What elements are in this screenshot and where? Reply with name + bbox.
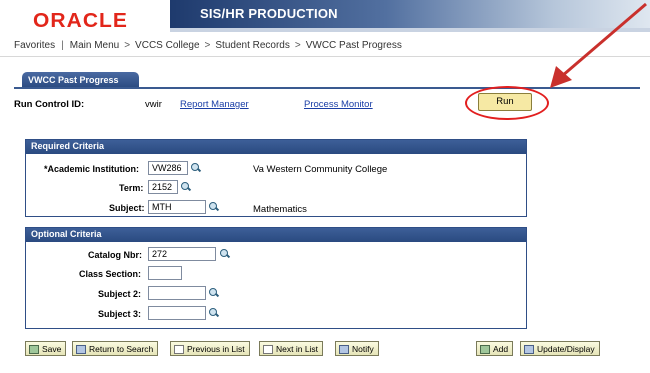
required-criteria-title: Required Criteria [26, 140, 526, 154]
lookup-icon[interactable] [208, 201, 220, 213]
class-section-label: Class Section: [79, 269, 142, 279]
update-display-label: Update/Display [537, 344, 595, 354]
lookup-icon[interactable] [208, 287, 220, 299]
previous-in-list-label: Previous in List [187, 344, 245, 354]
catalog-nbr-label: Catalog Nbr: [88, 250, 142, 260]
notify-button[interactable]: Notify [335, 341, 379, 356]
catalog-nbr-input[interactable] [148, 247, 216, 261]
lookup-icon[interactable] [208, 307, 220, 319]
chevron-right-icon: > [124, 40, 131, 51]
return-to-search-label: Return to Search [89, 344, 154, 354]
term-label: Term: [119, 183, 144, 193]
lookup-icon[interactable] [190, 162, 202, 174]
optional-criteria-title: Optional Criteria [26, 228, 526, 242]
subject-description: Mathematics [253, 204, 307, 215]
academic-institution-input[interactable] [148, 161, 188, 175]
term-input[interactable] [148, 180, 178, 194]
previous-in-list-button[interactable]: Previous in List [170, 341, 250, 356]
add-button[interactable]: Add [476, 341, 514, 356]
subject-3-label: Subject 3: [98, 309, 142, 319]
save-label: Save [42, 344, 62, 354]
breadcrumb-current[interactable]: VWCC Past Progress [306, 40, 402, 51]
class-section-input[interactable] [148, 266, 182, 280]
subject-input[interactable] [148, 200, 206, 214]
add-icon [480, 344, 490, 354]
environment-title: SIS/HR PRODUCTION [200, 6, 338, 21]
breadcrumb-vccs-college[interactable]: VCCS College [135, 40, 199, 51]
chevron-right-icon: > [204, 40, 211, 51]
breadcrumb-student-records[interactable]: Student Records [215, 40, 290, 51]
previous-arrow-icon [174, 344, 184, 354]
save-button[interactable]: Save [25, 341, 67, 356]
oracle-logo: ORACLE [33, 10, 128, 32]
subject-2-input[interactable] [148, 286, 206, 300]
update-icon [524, 344, 534, 354]
run-control-value: vwir [145, 99, 162, 110]
institution-description: Va Western Community College [253, 164, 388, 175]
search-icon [76, 344, 86, 354]
next-in-list-label: Next in List [276, 344, 319, 354]
next-arrow-icon [263, 344, 273, 354]
report-manager-link[interactable]: Report Manager [180, 99, 249, 110]
annotation-arrow-icon [550, 2, 647, 88]
add-label: Add [493, 344, 509, 354]
tab-vwcc-past-progress[interactable]: VWCC Past Progress [22, 72, 139, 88]
envelope-icon [339, 344, 349, 354]
process-monitor-link[interactable]: Process Monitor [304, 99, 373, 110]
save-icon [29, 344, 39, 354]
run-control-label: Run Control ID: [14, 99, 85, 110]
breadcrumb-main-menu[interactable]: Main Menu [70, 40, 119, 51]
next-in-list-button[interactable]: Next in List [259, 341, 324, 356]
breadcrumb-favorites[interactable]: Favorites [14, 40, 55, 51]
lookup-icon[interactable] [180, 181, 192, 193]
update-display-button[interactable]: Update/Display [520, 341, 600, 356]
subject-2-label: Subject 2: [98, 289, 142, 299]
lookup-icon[interactable] [219, 248, 231, 260]
chevron-right-icon: > [294, 40, 301, 51]
notify-label: Notify [352, 344, 374, 354]
annotation-circle [465, 86, 549, 120]
breadcrumb: Favorites | Main Menu > VCCS College > S… [14, 40, 402, 51]
return-to-search-button[interactable]: Return to Search [72, 341, 159, 356]
subject-3-input[interactable] [148, 306, 206, 320]
academic-institution-label: *Academic Institution: [44, 164, 140, 174]
breadcrumb-separator: | [61, 40, 64, 51]
subject-label: Subject: [109, 203, 145, 213]
